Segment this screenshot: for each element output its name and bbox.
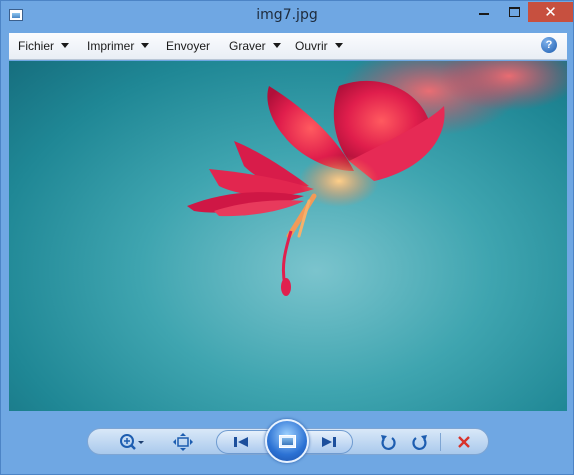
rotate-clockwise-button[interactable] bbox=[410, 432, 430, 452]
maximize-button[interactable] bbox=[500, 2, 528, 22]
menu-ouvrir[interactable]: Ouvrir bbox=[295, 39, 343, 53]
menu-graver[interactable]: Graver bbox=[229, 39, 281, 53]
menu-ouvrir-label: Ouvrir bbox=[295, 39, 328, 53]
actual-size-icon bbox=[173, 433, 193, 451]
help-icon[interactable]: ? bbox=[541, 37, 557, 53]
previous-icon bbox=[234, 437, 248, 447]
title-bar[interactable]: img7.jpg ✕ bbox=[1, 1, 573, 31]
photo-viewer-window: img7.jpg ✕ Fichier Imprimer Envoyer Grav… bbox=[0, 0, 574, 475]
zoom-button[interactable] bbox=[118, 432, 146, 452]
menu-envoyer[interactable]: Envoyer bbox=[166, 39, 210, 53]
menu-fichier[interactable]: Fichier bbox=[18, 39, 70, 53]
flower-image bbox=[187, 61, 567, 296]
slideshow-button[interactable] bbox=[265, 419, 309, 463]
toolbar-divider bbox=[440, 433, 441, 451]
next-icon bbox=[322, 437, 336, 447]
maximize-icon bbox=[508, 7, 520, 17]
menu-bar: Fichier Imprimer Envoyer Graver Ouvrir ? bbox=[9, 33, 567, 60]
delete-button[interactable] bbox=[454, 432, 474, 452]
delete-icon bbox=[458, 436, 470, 448]
minimize-button[interactable] bbox=[470, 2, 498, 22]
image-display bbox=[9, 61, 567, 411]
menu-graver-label: Graver bbox=[229, 39, 266, 53]
menu-fichier-label: Fichier bbox=[18, 39, 55, 53]
slideshow-icon bbox=[278, 434, 296, 448]
next-button[interactable] bbox=[317, 433, 341, 451]
rotate-counterclockwise-icon bbox=[381, 435, 396, 450]
minimize-icon bbox=[479, 13, 489, 15]
chevron-down-icon bbox=[334, 43, 343, 48]
previous-button[interactable] bbox=[229, 433, 253, 451]
chevron-down-icon bbox=[141, 43, 150, 48]
zoom-icon bbox=[120, 434, 144, 450]
menu-imprimer[interactable]: Imprimer bbox=[87, 39, 150, 53]
menu-envoyer-label: Envoyer bbox=[166, 39, 211, 53]
actual-size-button[interactable] bbox=[172, 432, 194, 452]
close-icon: ✕ bbox=[544, 3, 557, 21]
menu-imprimer-label: Imprimer bbox=[87, 39, 135, 53]
rotate-clockwise-icon bbox=[412, 435, 427, 450]
close-button[interactable]: ✕ bbox=[528, 2, 573, 22]
chevron-down-icon bbox=[61, 43, 70, 48]
chevron-down-icon bbox=[272, 43, 281, 48]
rotate-counterclockwise-button[interactable] bbox=[378, 432, 398, 452]
